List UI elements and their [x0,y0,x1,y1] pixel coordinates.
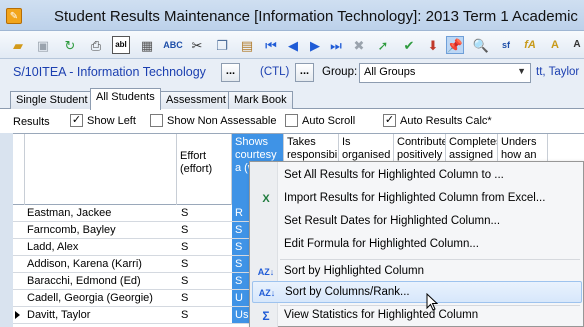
class-selector-row: S/10ITEA - Information Technology ... (C… [0,59,584,87]
folder-open-icon[interactable]: ▰ [9,36,27,54]
chevron-down-icon: ▼ [517,66,526,76]
menu-item-label: Set Result Dates for Highlighted Column.… [284,215,501,227]
menu-item-label: Sort by Columns/Rank... [285,286,410,298]
show-left-checkbox[interactable]: ✓ Show Left [70,114,136,127]
group-label: Group: [322,66,358,78]
abl-icon[interactable]: abl [112,36,130,54]
group-dropdown[interactable]: All Groups ▼ [359,63,531,83]
header-name[interactable] [25,134,177,205]
excel-icon: X [262,193,270,205]
import-icon[interactable]: ⬇ [424,36,442,54]
ctl-label: (CTL) [260,66,290,78]
results-controls: Results ✓ Show Left Show Non Assessable … [0,109,584,133]
menu-item-sort-highlighted[interactable]: AZ↓ Sort by Highlighted Column [252,261,582,283]
effort-cell[interactable]: S [181,241,188,253]
student-name: Baracchi, Edmond (Ed) [27,275,141,287]
tick-file-icon[interactable]: ✔ [400,36,418,54]
header-effort[interactable]: Effort (effort) [177,134,232,205]
current-row-pointer-icon [15,311,20,319]
text-format-small-icon[interactable]: A [568,36,584,54]
text-format-fa-icon[interactable]: fA [521,36,539,54]
auto-results-calc-checkbox[interactable]: ✓ Auto Results Calc* [383,114,492,127]
auto-results-calc-label: Auto Results Calc* [400,114,492,127]
menu-item-label: View Statistics for Highlighted Column [284,309,479,321]
save-icon[interactable]: ▣ [34,36,52,54]
tab-assessment[interactable]: Assessment [160,91,232,109]
menu-item-label: Edit Formula for Highlighted Column... [284,238,479,250]
menu-item-label: Sort by Highlighted Column [284,265,424,277]
copy-icon[interactable]: ❐ [213,36,231,54]
refresh-icon[interactable]: ↻ [61,36,79,54]
tab-all-students[interactable]: All Students [90,88,161,110]
first-record-icon[interactable]: ⏮ [262,36,280,54]
tab-mark-book[interactable]: Mark Book [228,91,293,109]
menu-item-set-all-results[interactable]: Set All Results for Highlighted Column t… [252,165,582,187]
auto-scroll-label: Auto Scroll [302,114,356,127]
checkbox-checked-icon: ✓ [70,114,83,127]
title-bar: ✎ Student Results Maintenance [Informati… [0,0,584,31]
spellcheck-icon[interactable]: ABC [163,36,183,54]
previous-record-icon[interactable]: ◀ [284,36,302,54]
next-record-icon[interactable]: ▶ [306,36,324,54]
student-name: Addison, Karena (Karri) [27,258,142,270]
auto-scroll-checkbox[interactable]: Auto Scroll [285,114,355,127]
class-browse-button[interactable]: ... [221,63,240,82]
sigma-icon: Σ [262,309,270,323]
checkbox-empty-icon [285,114,298,127]
print-icon[interactable]: ⎙ [87,36,105,54]
tab-single-student[interactable]: Single Student [10,91,94,109]
effort-cell[interactable]: S [181,207,188,219]
menu-item-label: Import Results for Highlighted Column fr… [284,192,546,204]
sort-az-icon: AZ↓ [258,288,276,298]
window-title: Student Results Maintenance [Information… [54,8,578,25]
menu-separator [280,259,580,260]
preview-icon[interactable]: 🔍 [472,36,490,54]
show-non-assessable-label: Show Non Assessable [167,114,277,127]
toolbar: ▰ ▣ ↻ ⎙ abl ▦ ABC ✂ ❐ ▤ ⏮ ◀ ▶ ⏭ ✖ ➚ ✔ ⬇ … [0,31,584,59]
header-indicator [13,134,25,205]
tick-arrow-icon[interactable]: ➚ [374,36,392,54]
show-non-assessable-checkbox[interactable]: Show Non Assessable [150,114,276,127]
effort-cell[interactable]: S [181,309,188,321]
menu-item-edit-formula[interactable]: Edit Formula for Highlighted Column... [252,234,582,256]
last-record-icon[interactable]: ⏭ [327,36,345,54]
effort-cell[interactable]: S [181,258,188,270]
checkbox-checked-icon: ✓ [383,114,396,127]
menu-item-view-statistics[interactable]: Σ View Statistics for Highlighted Column [252,305,582,327]
student-name: Cadell, Georgia (Georgie) [27,292,153,304]
delete-icon[interactable]: ✖ [350,36,368,54]
show-left-label: Show Left [87,114,136,127]
menu-item-label: Set All Results for Highlighted Column t… [284,169,504,181]
teacher-label: tt, Taylor [536,66,580,78]
paste-icon[interactable]: ▤ [238,36,256,54]
checkbox-empty-icon [150,114,163,127]
tab-strip: Single Student All Students Assessment M… [0,87,584,110]
effort-cell[interactable]: S [181,224,188,236]
text-format-sf-icon[interactable]: sf [497,36,515,54]
student-name: Davitt, Taylor [27,309,91,321]
sort-az-icon: AZ↓ [257,267,275,277]
student-name: Eastman, Jackee [27,207,112,219]
app-icon: ✎ [6,8,22,24]
menu-item-sort-by-columns-rank[interactable]: AZ↓ Sort by Columns/Rank... [252,281,582,303]
text-format-a-icon[interactable]: A [546,36,564,54]
context-menu: Set All Results for Highlighted Column t… [249,161,584,327]
results-label: Results [13,116,50,128]
effort-cell[interactable]: S [181,275,188,287]
calculator-icon[interactable]: ▦ [138,36,156,54]
mouse-cursor-icon [426,293,438,311]
pin-icon[interactable]: 📌 [446,36,464,54]
ctl-browse-button[interactable]: ... [295,63,314,82]
student-name: Farncomb, Bayley [27,224,116,236]
menu-item-set-result-dates[interactable]: Set Result Dates for Highlighted Column.… [252,211,582,233]
class-label: S/10ITEA - Information Technology [13,65,206,79]
menu-item-import-excel[interactable]: X Import Results for Highlighted Column … [252,188,582,210]
group-dropdown-value: All Groups [364,66,416,78]
effort-cell[interactable]: S [181,292,188,304]
student-name: Ladd, Alex [27,241,79,253]
cut-icon[interactable]: ✂ [188,36,206,54]
